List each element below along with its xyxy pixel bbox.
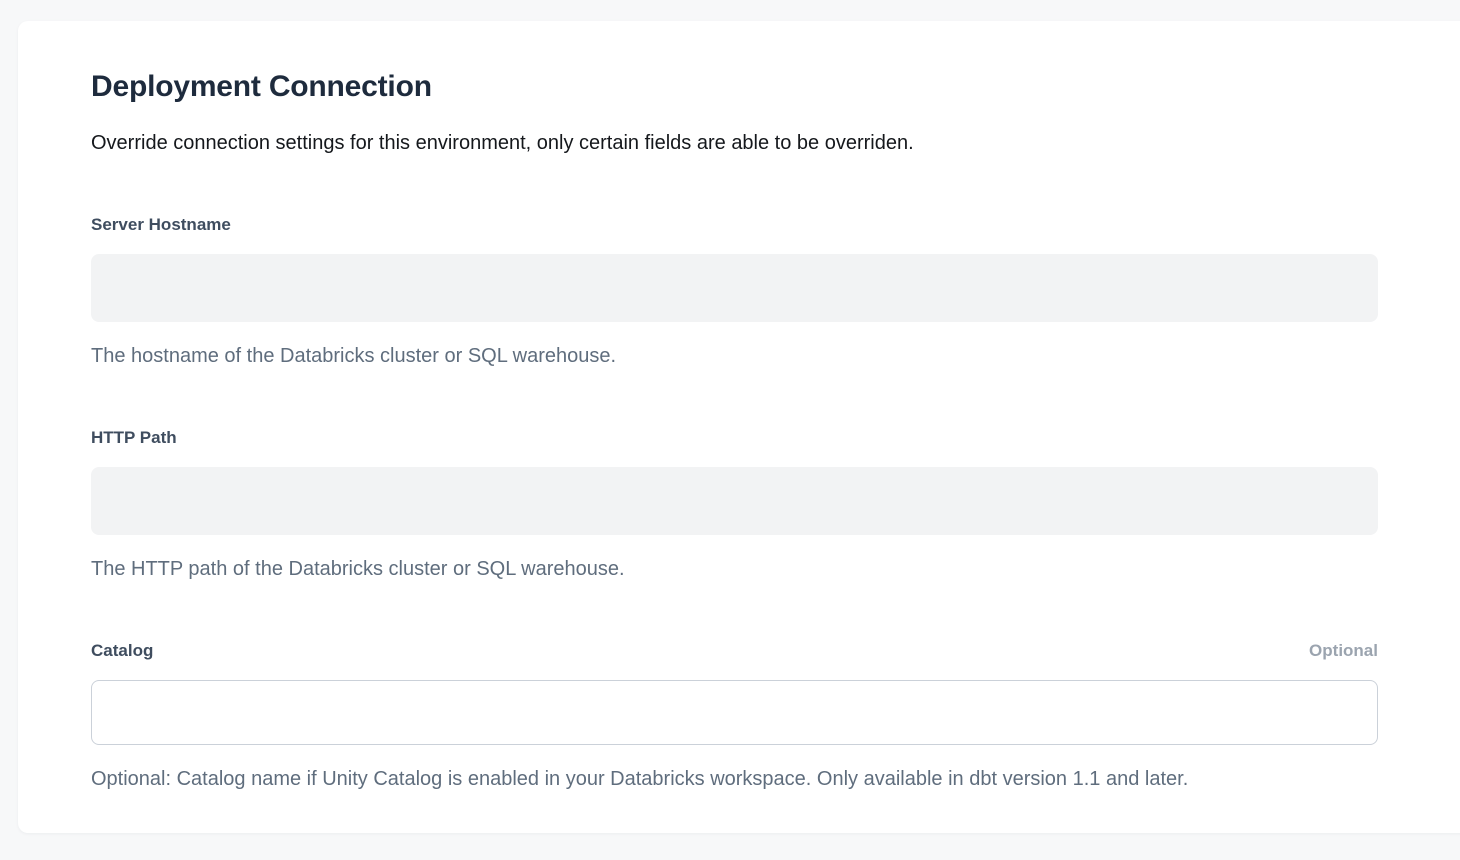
server-hostname-label-row: Server Hostname [91, 213, 1378, 237]
http-path-label-row: HTTP Path [91, 426, 1378, 450]
page-title: Deployment Connection [91, 68, 1378, 105]
catalog-optional-tag: Optional [1309, 639, 1378, 663]
catalog-label-row: Catalog Optional [91, 639, 1378, 663]
catalog-input[interactable] [91, 680, 1378, 745]
catalog-helper: Optional: Catalog name if Unity Catalog … [91, 765, 1378, 793]
http-path-label: HTTP Path [91, 426, 177, 450]
http-path-helper: The HTTP path of the Databricks cluster … [91, 555, 1378, 583]
server-hostname-input [91, 254, 1378, 322]
page-subtitle: Override connection settings for this en… [91, 129, 1378, 157]
field-server-hostname: Server Hostname The hostname of the Data… [91, 213, 1378, 370]
field-catalog: Catalog Optional Optional: Catalog name … [91, 639, 1378, 793]
server-hostname-helper: The hostname of the Databricks cluster o… [91, 342, 1378, 370]
card-content: Deployment Connection Override connectio… [91, 68, 1378, 793]
catalog-label: Catalog [91, 639, 153, 663]
server-hostname-label: Server Hostname [91, 213, 231, 237]
field-http-path: HTTP Path The HTTP path of the Databrick… [91, 426, 1378, 583]
http-path-input [91, 467, 1378, 535]
deployment-connection-card: Deployment Connection Override connectio… [18, 21, 1460, 833]
